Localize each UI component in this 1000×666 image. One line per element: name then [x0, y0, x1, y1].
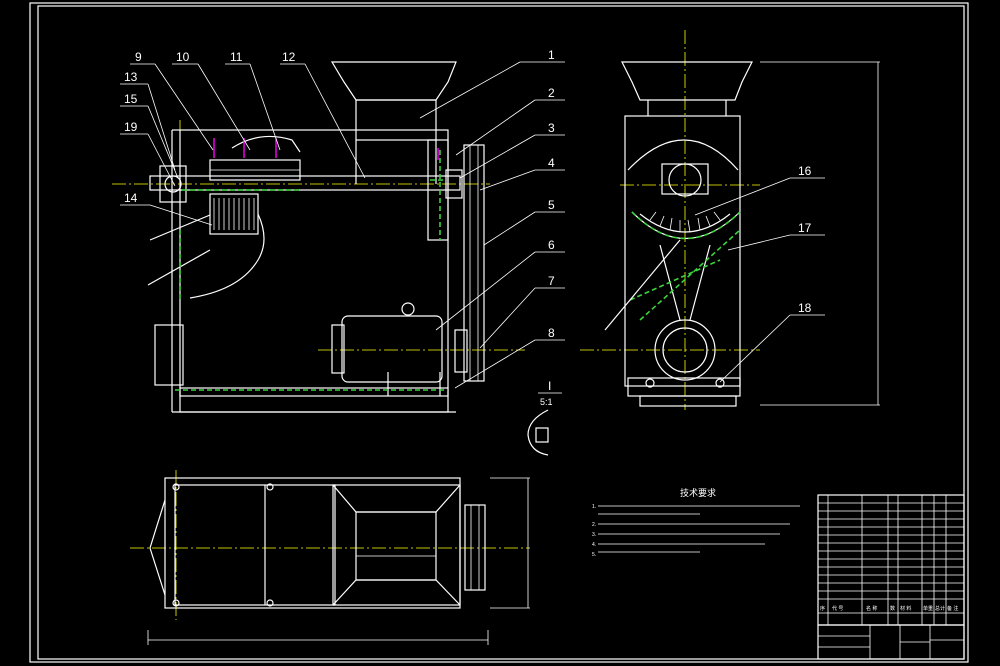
parts-head-no: 序 — [820, 605, 825, 612]
balloon-4: 4 — [548, 156, 555, 170]
parts-head-remark: 备 注 — [947, 605, 958, 612]
tech-req-line-4: 3. — [592, 532, 596, 538]
parts-head-qty: 数 — [890, 605, 895, 612]
balloon-2: 2 — [548, 86, 555, 100]
balloon-17: 17 — [798, 221, 812, 235]
balloon-12: 12 — [282, 50, 296, 64]
balloon-13: 13 — [124, 70, 138, 84]
tech-req-line-5: 4. — [592, 542, 596, 548]
balloon-8: 8 — [548, 326, 555, 340]
balloon-9: 9 — [135, 50, 142, 64]
balloon-6: 6 — [548, 238, 555, 252]
balloon-3: 3 — [548, 121, 555, 135]
tech-req-line-1: 1. — [592, 504, 596, 510]
balloon-11: 11 — [230, 50, 243, 64]
cad-drawing-canvas: I 5:1 1 2 3 4 5 6 7 8 9 10 11 12 13 15 1… — [0, 0, 1000, 666]
tech-req-line-6: 5. — [592, 552, 596, 558]
detail-label: I — [548, 379, 551, 393]
parts-head-total: 总计 — [935, 605, 945, 612]
balloon-10: 10 — [176, 50, 190, 64]
tech-req-line-3: 2. — [592, 522, 596, 528]
tech-req-title: 技术要求 — [680, 487, 716, 498]
parts-head-unit-weight: 单重 — [923, 605, 933, 612]
balloon-18: 18 — [798, 301, 812, 315]
parts-head-material: 材 料 — [900, 605, 911, 612]
balloon-7: 7 — [548, 274, 555, 288]
parts-head-name: 名 称 — [866, 605, 877, 612]
balloon-19: 19 — [124, 120, 138, 134]
detail-scale: 5:1 — [540, 397, 553, 407]
balloon-15: 15 — [124, 92, 138, 106]
balloon-16: 16 — [798, 164, 812, 178]
balloon-5: 5 — [548, 198, 555, 212]
balloon-14: 14 — [124, 191, 138, 205]
parts-head-code: 代 号 — [832, 605, 843, 612]
balloon-1: 1 — [548, 48, 555, 62]
drawing-background — [0, 0, 1000, 666]
